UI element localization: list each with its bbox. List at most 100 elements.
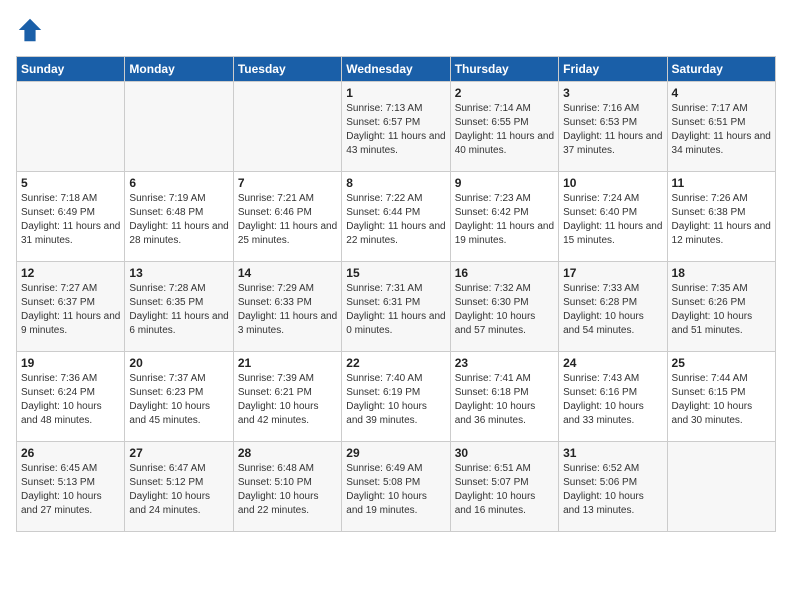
day-info: Sunrise: 7:23 AM Sunset: 6:42 PM Dayligh… [455, 192, 554, 248]
day-number: 3 [563, 86, 662, 100]
day-info: Sunrise: 7:14 AM Sunset: 6:55 PM Dayligh… [455, 102, 554, 158]
day-number: 7 [238, 176, 337, 190]
day-info: Sunrise: 7:32 AM Sunset: 6:30 PM Dayligh… [455, 282, 554, 338]
day-number: 31 [563, 446, 662, 460]
day-info: Sunrise: 6:45 AM Sunset: 5:13 PM Dayligh… [21, 462, 120, 518]
day-cell: 4 Sunrise: 7:17 AM Sunset: 6:51 PM Daylig… [667, 82, 775, 172]
day-info: Sunrise: 7:24 AM Sunset: 6:40 PM Dayligh… [563, 192, 662, 248]
day-info: Sunrise: 6:48 AM Sunset: 5:10 PM Dayligh… [238, 462, 337, 518]
day-cell: 29 Sunrise: 6:49 AM Sunset: 5:08 PM Dayli… [342, 442, 450, 532]
day-info: Sunrise: 7:37 AM Sunset: 6:23 PM Dayligh… [129, 372, 228, 428]
day-cell: 17 Sunrise: 7:33 AM Sunset: 6:28 PM Dayli… [559, 262, 667, 352]
day-info: Sunrise: 7:28 AM Sunset: 6:35 PM Dayligh… [129, 282, 228, 338]
header-saturday: Saturday [667, 57, 775, 82]
header-sunday: Sunday [17, 57, 125, 82]
day-number: 8 [346, 176, 445, 190]
day-info: Sunrise: 7:36 AM Sunset: 6:24 PM Dayligh… [21, 372, 120, 428]
logo-icon [16, 16, 44, 44]
day-cell: 7 Sunrise: 7:21 AM Sunset: 6:46 PM Daylig… [233, 172, 341, 262]
day-info: Sunrise: 7:43 AM Sunset: 6:16 PM Dayligh… [563, 372, 662, 428]
day-info: Sunrise: 7:19 AM Sunset: 6:48 PM Dayligh… [129, 192, 228, 248]
day-info: Sunrise: 7:39 AM Sunset: 6:21 PM Dayligh… [238, 372, 337, 428]
day-info: Sunrise: 7:27 AM Sunset: 6:37 PM Dayligh… [21, 282, 120, 338]
day-cell: 25 Sunrise: 7:44 AM Sunset: 6:15 PM Dayli… [667, 352, 775, 442]
day-cell [125, 82, 233, 172]
day-cell: 30 Sunrise: 6:51 AM Sunset: 5:07 PM Dayli… [450, 442, 558, 532]
header-tuesday: Tuesday [233, 57, 341, 82]
day-cell: 21 Sunrise: 7:39 AM Sunset: 6:21 PM Dayli… [233, 352, 341, 442]
day-info: Sunrise: 7:17 AM Sunset: 6:51 PM Dayligh… [672, 102, 771, 158]
day-number: 22 [346, 356, 445, 370]
day-cell [667, 442, 775, 532]
day-cell: 15Sunrise: 7:31 AM Sunset: 6:31 PM Dayli… [342, 262, 450, 352]
day-cell: 10 Sunrise: 7:24 AM Sunset: 6:40 PM Dayli… [559, 172, 667, 262]
day-cell: 11 Sunrise: 7:26 AM Sunset: 6:38 PM Dayli… [667, 172, 775, 262]
day-number: 10 [563, 176, 662, 190]
day-number: 25 [672, 356, 771, 370]
day-info: Sunrise: 6:52 AM Sunset: 5:06 PM Dayligh… [563, 462, 662, 518]
day-cell: 16 Sunrise: 7:32 AM Sunset: 6:30 PM Dayli… [450, 262, 558, 352]
day-cell: 5Sunrise: 7:18 AM Sunset: 6:49 PM Daylig… [17, 172, 125, 262]
day-number: 17 [563, 266, 662, 280]
day-cell: 1 Sunrise: 7:13 AM Sunset: 6:57 PM Daylig… [342, 82, 450, 172]
header-friday: Friday [559, 57, 667, 82]
day-number: 30 [455, 446, 554, 460]
day-info: Sunrise: 7:44 AM Sunset: 6:15 PM Dayligh… [672, 372, 771, 428]
day-cell: 22 Sunrise: 7:40 AM Sunset: 6:19 PM Dayli… [342, 352, 450, 442]
day-info: Sunrise: 6:49 AM Sunset: 5:08 PM Dayligh… [346, 462, 445, 518]
logo [16, 16, 48, 44]
day-number: 23 [455, 356, 554, 370]
day-number: 29 [346, 446, 445, 460]
week-row-4: 19 Sunrise: 7:36 AM Sunset: 6:24 PM Dayli… [17, 352, 776, 442]
week-row-3: 12 Sunrise: 7:27 AM Sunset: 6:37 PM Dayli… [17, 262, 776, 352]
day-cell: 28 Sunrise: 6:48 AM Sunset: 5:10 PM Dayli… [233, 442, 341, 532]
day-number: 14 [238, 266, 337, 280]
day-number: 9 [455, 176, 554, 190]
day-info: Sunrise: 7:26 AM Sunset: 6:38 PM Dayligh… [672, 192, 771, 248]
day-number: 4 [672, 86, 771, 100]
day-cell: 9 Sunrise: 7:23 AM Sunset: 6:42 PM Daylig… [450, 172, 558, 262]
day-cell: 6 Sunrise: 7:19 AM Sunset: 6:48 PM Daylig… [125, 172, 233, 262]
day-number: 15 [346, 266, 445, 280]
day-cell: 2 Sunrise: 7:14 AM Sunset: 6:55 PM Daylig… [450, 82, 558, 172]
day-number: 13 [129, 266, 228, 280]
day-info: Sunrise: 7:13 AM Sunset: 6:57 PM Dayligh… [346, 102, 445, 158]
day-number: 28 [238, 446, 337, 460]
day-cell: 31 Sunrise: 6:52 AM Sunset: 5:06 PM Dayli… [559, 442, 667, 532]
day-number: 26 [21, 446, 120, 460]
day-number: 11 [672, 176, 771, 190]
day-cell: 19 Sunrise: 7:36 AM Sunset: 6:24 PM Dayli… [17, 352, 125, 442]
day-cell [233, 82, 341, 172]
week-row-1: 1 Sunrise: 7:13 AM Sunset: 6:57 PM Daylig… [17, 82, 776, 172]
day-cell: 23Sunrise: 7:41 AM Sunset: 6:18 PM Dayli… [450, 352, 558, 442]
day-info: Sunrise: 6:47 AM Sunset: 5:12 PM Dayligh… [129, 462, 228, 518]
day-cell: 14 Sunrise: 7:29 AM Sunset: 6:33 PM Dayli… [233, 262, 341, 352]
day-number: 12 [21, 266, 120, 280]
day-number: 5 [21, 176, 120, 190]
day-info: Sunrise: 6:51 AM Sunset: 5:07 PM Dayligh… [455, 462, 554, 518]
day-number: 27 [129, 446, 228, 460]
day-number: 2 [455, 86, 554, 100]
day-number: 16 [455, 266, 554, 280]
day-number: 20 [129, 356, 228, 370]
day-info: Sunrise: 7:29 AM Sunset: 6:33 PM Dayligh… [238, 282, 337, 338]
day-cell: 24Sunrise: 7:43 AM Sunset: 6:16 PM Dayli… [559, 352, 667, 442]
day-cell: 3Sunrise: 7:16 AM Sunset: 6:53 PM Daylig… [559, 82, 667, 172]
week-row-5: 26 Sunrise: 6:45 AM Sunset: 5:13 PM Dayli… [17, 442, 776, 532]
day-cell: 20 Sunrise: 7:37 AM Sunset: 6:23 PM Dayli… [125, 352, 233, 442]
page-header [16, 16, 776, 44]
day-cell: 27 Sunrise: 6:47 AM Sunset: 5:12 PM Dayli… [125, 442, 233, 532]
day-info: Sunrise: 7:33 AM Sunset: 6:28 PM Dayligh… [563, 282, 662, 338]
week-row-2: 5Sunrise: 7:18 AM Sunset: 6:49 PM Daylig… [17, 172, 776, 262]
day-info: Sunrise: 7:35 AM Sunset: 6:26 PM Dayligh… [672, 282, 771, 338]
header-row: SundayMondayTuesdayWednesdayThursdayFrid… [17, 57, 776, 82]
day-number: 6 [129, 176, 228, 190]
day-cell: 18Sunrise: 7:35 AM Sunset: 6:26 PM Dayli… [667, 262, 775, 352]
day-info: Sunrise: 7:40 AM Sunset: 6:19 PM Dayligh… [346, 372, 445, 428]
day-cell: 13 Sunrise: 7:28 AM Sunset: 6:35 PM Dayli… [125, 262, 233, 352]
day-number: 19 [21, 356, 120, 370]
day-info: Sunrise: 7:21 AM Sunset: 6:46 PM Dayligh… [238, 192, 337, 248]
day-number: 21 [238, 356, 337, 370]
header-thursday: Thursday [450, 57, 558, 82]
day-number: 1 [346, 86, 445, 100]
